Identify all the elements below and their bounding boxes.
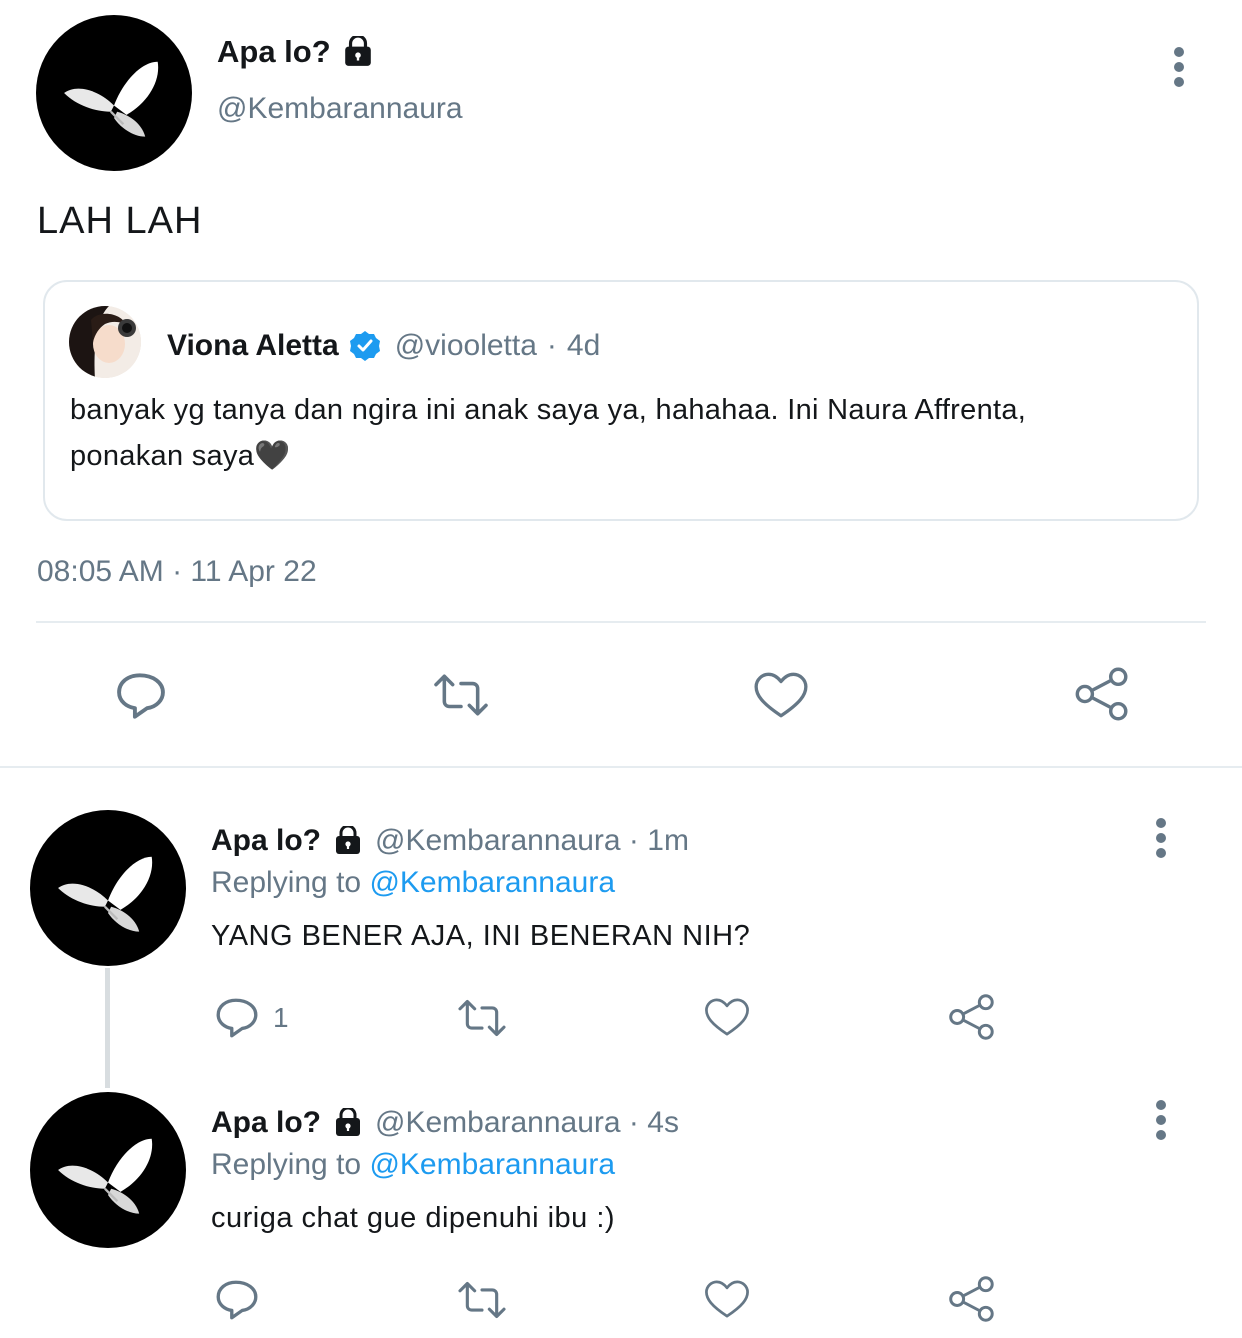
share-icon [949, 994, 994, 1040]
share-button[interactable] [947, 993, 995, 1041]
display-name[interactable]: Apa lo? [217, 34, 331, 70]
like-button[interactable] [752, 668, 810, 722]
handle[interactable]: @Kembarannaura · 1m [375, 824, 689, 858]
share-button[interactable] [1073, 666, 1129, 722]
reply-text: curiga chat gue dipenuhi ibu :) [211, 1202, 616, 1234]
tweet-text: LAH LAH [37, 200, 203, 242]
quoted-avatar [69, 306, 141, 378]
reply-author-row: Apa lo? @Kembarannaura · 1m [211, 822, 689, 860]
reply-count: 1 [273, 1002, 289, 1033]
display-name[interactable]: Apa lo? [211, 1106, 321, 1140]
handle[interactable]: @Kembarannaura · 4s [375, 1106, 679, 1140]
quoted-author-row: Viona Aletta @viooletta · 4d [167, 326, 600, 366]
share-button[interactable] [947, 1275, 995, 1323]
butterfly-icon [62, 60, 160, 138]
retweet-button[interactable] [427, 670, 495, 720]
thread-line [105, 968, 110, 1088]
like-button[interactable] [703, 994, 751, 1040]
like-button[interactable] [703, 1276, 751, 1322]
replying-to-label: Replying to [211, 1148, 362, 1181]
replying-to-handle[interactable]: @Kembarannaura [369, 866, 615, 899]
lock-icon [334, 826, 362, 856]
reply-icon [216, 1280, 258, 1320]
replying-to-label: Replying to [211, 866, 362, 899]
more-options-icon[interactable] [1146, 815, 1176, 875]
share-icon [1075, 667, 1128, 721]
retweet-button[interactable] [453, 996, 511, 1040]
avatar[interactable] [30, 1092, 186, 1248]
divider [36, 621, 1206, 623]
lock-icon [343, 36, 373, 68]
butterfly-icon [56, 855, 154, 933]
verified-badge-icon [349, 331, 380, 361]
quoted-display-name: Viona Aletta [167, 329, 339, 362]
retweet-icon [434, 674, 488, 716]
retweet-button[interactable] [453, 1278, 511, 1322]
avatar[interactable] [30, 810, 186, 966]
heart-icon [705, 1280, 749, 1318]
timestamp: 08:05 AM · 11 Apr 22 [37, 555, 317, 588]
quoted-text-line2: ponakan saya🖤 [70, 440, 291, 472]
retweet-icon [458, 999, 506, 1037]
quoted-tweet[interactable]: Viona Aletta @viooletta · 4d banyak yg t… [43, 280, 1199, 521]
replying-to: Replying to @Kembarannaura [211, 866, 615, 900]
reply-button[interactable] [213, 1276, 261, 1324]
share-icon [949, 1276, 994, 1322]
replying-to: Replying to @Kembarannaura [211, 1148, 615, 1182]
reply-author-row: Apa lo? @Kembarannaura · 4s [211, 1104, 679, 1142]
butterfly-icon [56, 1137, 154, 1215]
heart-icon [705, 998, 749, 1036]
display-name[interactable]: Apa lo? [211, 824, 321, 858]
quoted-age: 4d [566, 329, 601, 362]
author-name-row: Apa lo? [217, 32, 375, 72]
replying-to-handle[interactable]: @Kembarannaura [369, 1148, 615, 1181]
reply-button[interactable]: 1 [213, 994, 289, 1042]
avatar[interactable] [36, 15, 192, 171]
more-options-icon[interactable] [1164, 44, 1194, 104]
retweet-icon [458, 1281, 506, 1319]
handle[interactable]: @Kembarannaura [217, 92, 463, 126]
quoted-handle: @viooletta [394, 329, 537, 362]
section-divider [0, 766, 1242, 768]
lock-icon [334, 1108, 362, 1138]
reply-text: YANG BENER AJA, INI BENERAN NIH? [211, 920, 751, 952]
more-options-icon[interactable] [1146, 1097, 1176, 1157]
quoted-separator: · [546, 329, 557, 362]
reply-icon [117, 673, 165, 719]
heart-icon [754, 672, 808, 718]
reply-icon [216, 998, 258, 1038]
reply-button[interactable] [113, 668, 169, 724]
quoted-text-line1: banyak yg tanya dan ngira ini anak saya … [70, 394, 1027, 426]
